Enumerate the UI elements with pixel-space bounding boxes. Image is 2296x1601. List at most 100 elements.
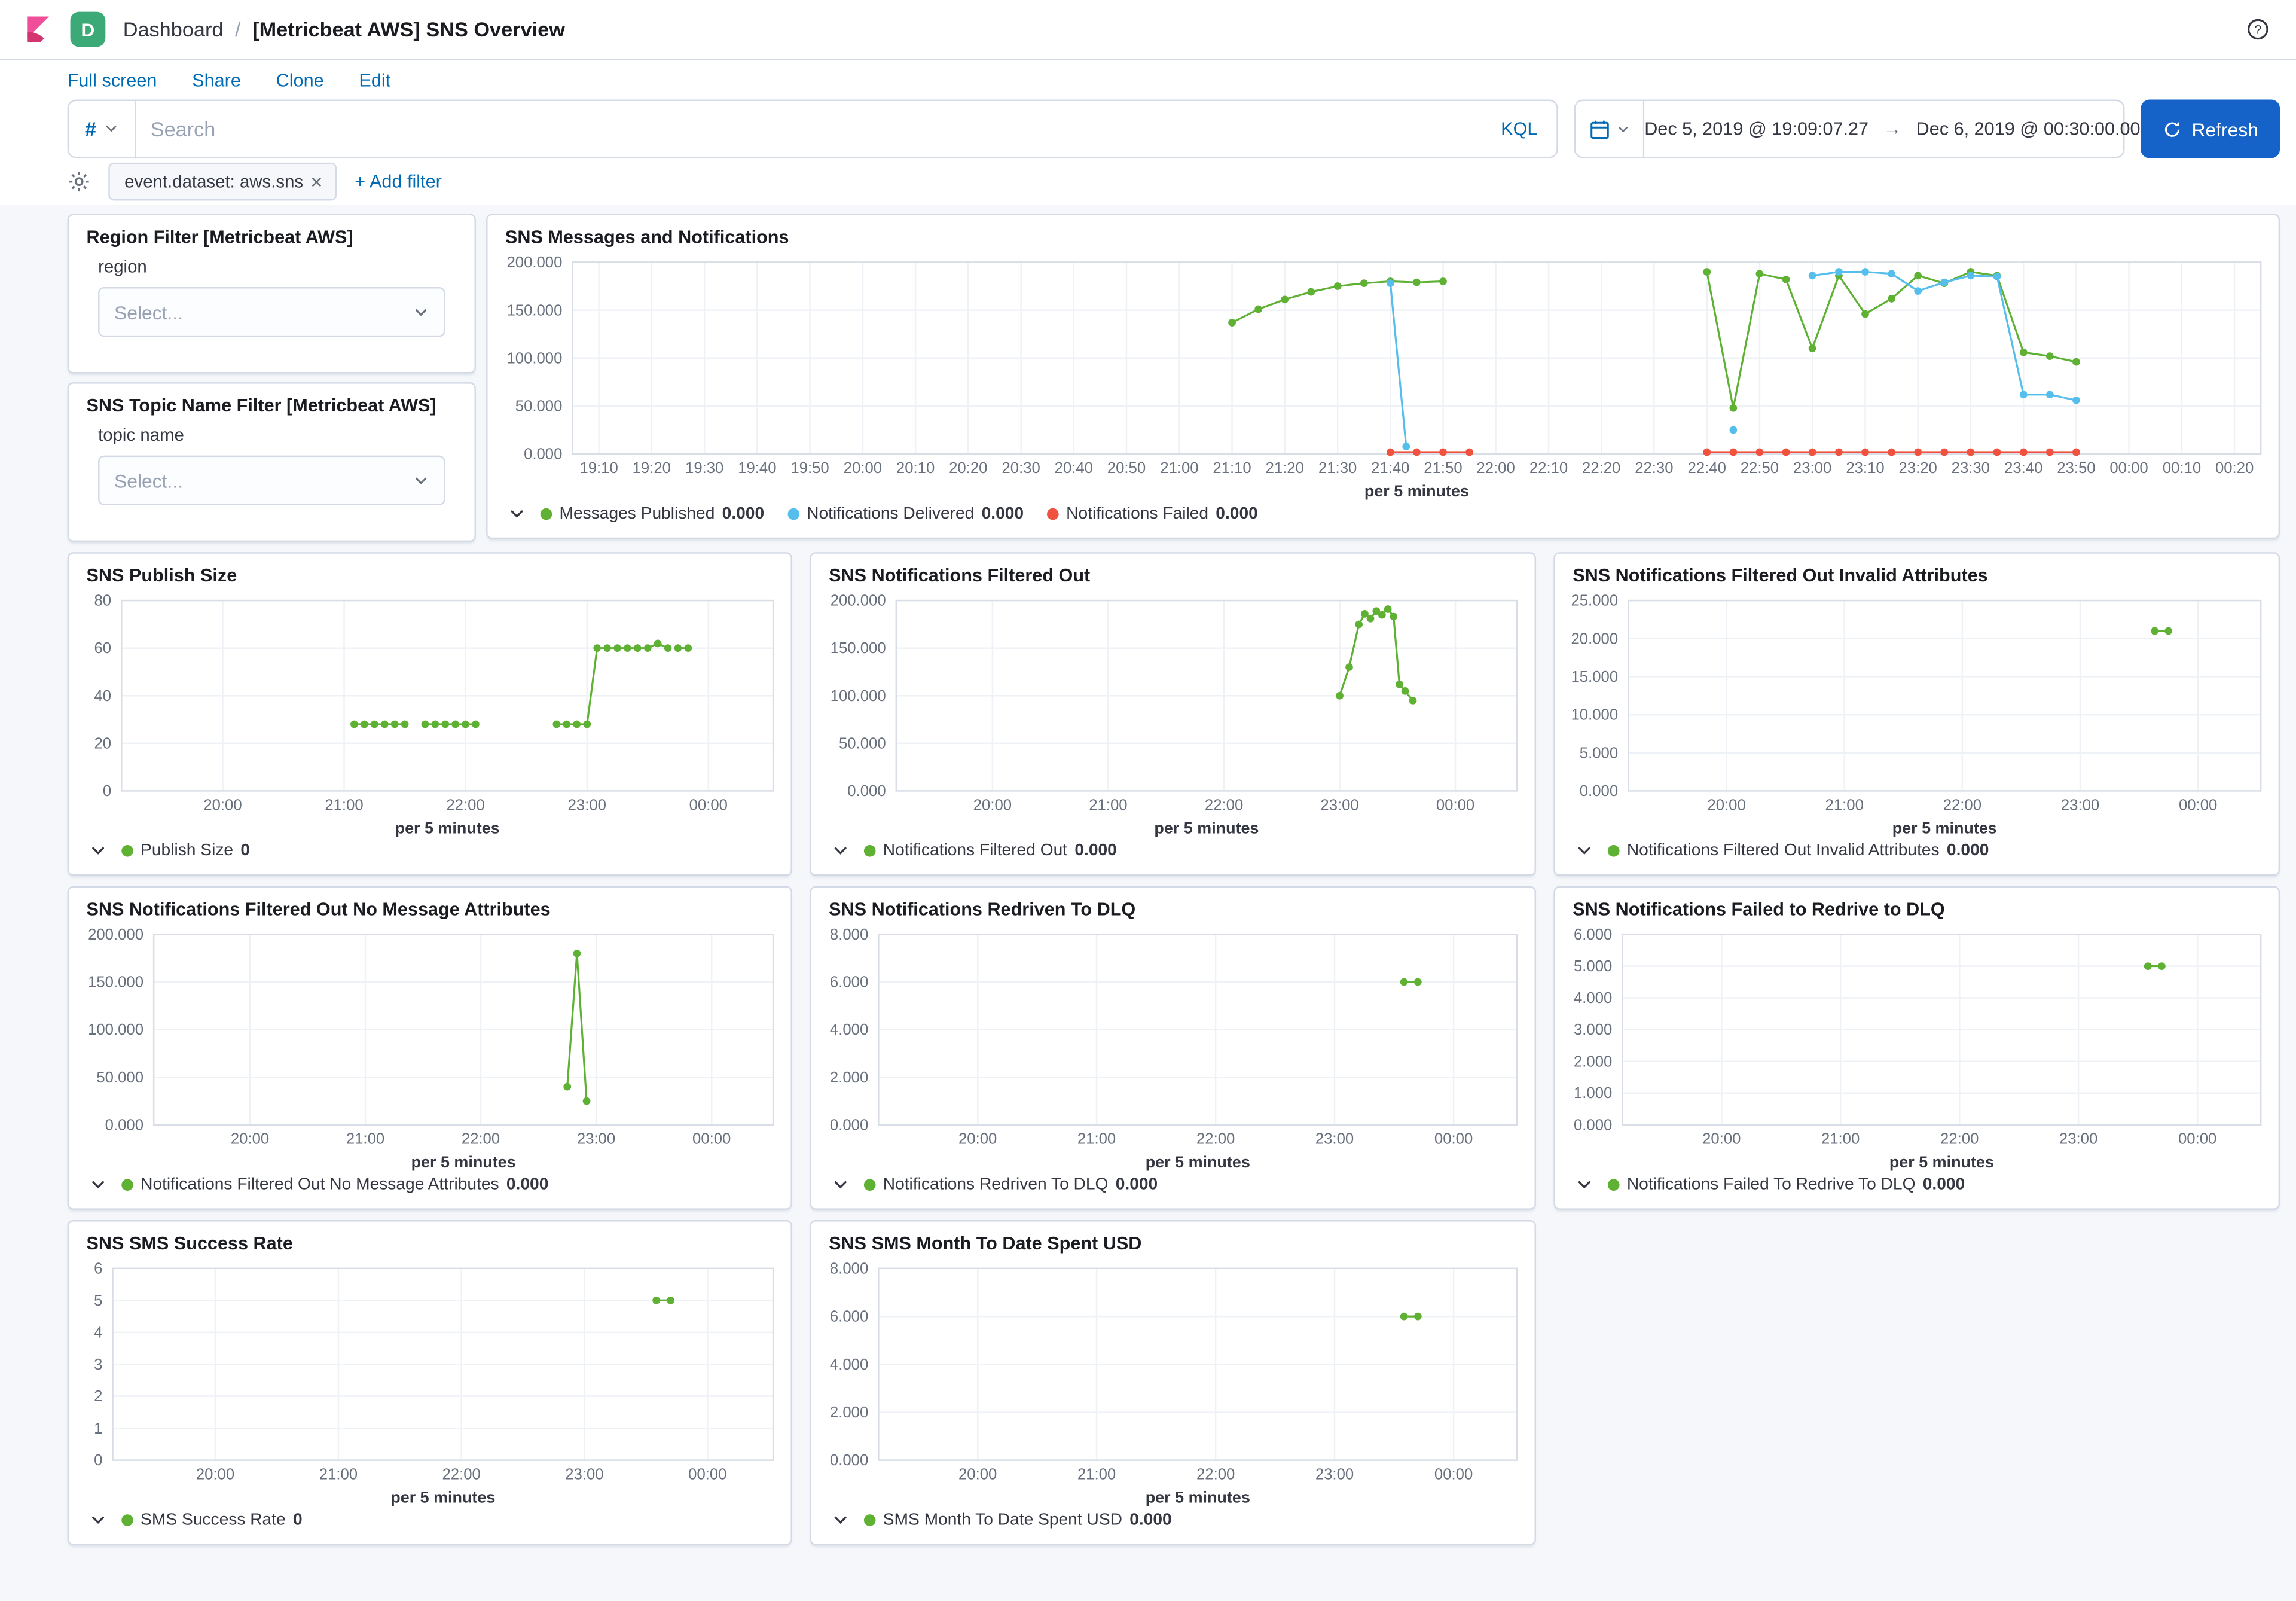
svg-text:4.000: 4.000 — [830, 1356, 868, 1373]
svg-text:100.000: 100.000 — [831, 688, 886, 705]
svg-text:50.000: 50.000 — [839, 735, 886, 752]
menu-full-screen[interactable]: Full screen — [68, 69, 157, 90]
svg-text:21:00: 21:00 — [1077, 1466, 1116, 1483]
chart-legend: Notifications Filtered Out0.000 — [811, 838, 1535, 874]
date-start[interactable]: Dec 5, 2019 @ 19:09:07.27 — [1644, 118, 1868, 139]
svg-text:19:10: 19:10 — [579, 460, 618, 477]
svg-text:3: 3 — [94, 1356, 102, 1373]
svg-text:22:00: 22:00 — [462, 1131, 500, 1148]
legend-series-value: 0.000 — [982, 505, 1024, 523]
help-icon[interactable]: ? — [2243, 14, 2273, 44]
svg-text:21:00: 21:00 — [1089, 797, 1127, 813]
dashboard-grid: Region Filter [Metricbeat AWS] region Se… — [0, 205, 2296, 1601]
panel-sns-notifications-failed-to-redrive-to-dlq: SNS Notifications Failed to Redrive to D… — [1553, 886, 2280, 1210]
panel-title: SNS Topic Name Filter [Metricbeat AWS] — [69, 384, 474, 419]
chevron-down-icon[interactable] — [832, 842, 849, 859]
legend-item[interactable]: SMS Success Rate0 — [121, 1511, 302, 1529]
svg-text:15.000: 15.000 — [1571, 669, 1618, 685]
chevron-down-icon — [1617, 122, 1630, 135]
kibana-logo[interactable] — [23, 14, 53, 44]
date-end[interactable]: Dec 6, 2019 @ 00:30:00.00 — [1916, 118, 2141, 139]
panel-sns-sms-success-rate: SNS SMS Success Rate 20:0021:0022:0023:0… — [68, 1220, 792, 1545]
svg-text:20:30: 20:30 — [1002, 460, 1040, 477]
svg-text:21:00: 21:00 — [1825, 797, 1864, 813]
svg-text:23:00: 23:00 — [1315, 1131, 1354, 1148]
chevron-down-icon[interactable] — [832, 1176, 849, 1194]
legend-item[interactable]: Messages Published0.000 — [541, 505, 764, 523]
legend-item[interactable]: Notifications Filtered Out No Message At… — [121, 1176, 548, 1194]
legend-series-label: Notifications Filtered Out No Message At… — [141, 1176, 499, 1194]
breadcrumb-dashboard[interactable]: Dashboard — [123, 17, 224, 41]
chevron-down-icon[interactable] — [89, 1511, 106, 1529]
svg-text:19:50: 19:50 — [790, 460, 829, 477]
legend-item[interactable]: SMS Month To Date Spent USD0.000 — [864, 1511, 1172, 1529]
chevron-down-icon[interactable] — [1576, 842, 1593, 859]
svg-text:per 5 minutes: per 5 minutes — [390, 1489, 495, 1507]
series-color-dot — [864, 1179, 876, 1191]
chevron-down-icon[interactable] — [832, 1511, 849, 1529]
svg-text:200.000: 200.000 — [88, 926, 144, 943]
svg-text:80: 80 — [94, 593, 112, 609]
legend-item[interactable]: Notifications Failed0.000 — [1047, 505, 1258, 523]
legend-series-value: 0 — [240, 842, 250, 859]
svg-text:2.000: 2.000 — [1574, 1053, 1612, 1070]
kibana-app: D Dashboard / [Metricbeat AWS] SNS Overv… — [0, 0, 2296, 1601]
svg-text:5.000: 5.000 — [1574, 958, 1612, 975]
space-avatar[interactable]: D — [71, 12, 106, 47]
filter-pill[interactable]: event.dataset: aws.sns × — [108, 163, 337, 201]
series-color-dot — [864, 845, 876, 857]
series-color-dot — [1608, 845, 1620, 857]
panel-title: SNS Notifications Filtered Out Invalid A… — [1555, 554, 2279, 589]
legend-item[interactable]: Publish Size0 — [121, 842, 250, 859]
svg-text:23:00: 23:00 — [568, 797, 606, 813]
svg-text:2.000: 2.000 — [830, 1404, 868, 1421]
svg-text:per 5 minutes: per 5 minutes — [1154, 819, 1259, 837]
svg-text:21:00: 21:00 — [1821, 1131, 1860, 1148]
refresh-button[interactable]: Refresh — [2141, 100, 2280, 158]
search-input[interactable] — [136, 117, 1482, 141]
line-chart: 20:0021:0022:0023:0000:000.0001.0002.000… — [1555, 923, 2279, 1172]
svg-text:50.000: 50.000 — [96, 1069, 144, 1086]
menu-edit[interactable]: Edit — [359, 69, 390, 90]
topic-field-label: topic name — [98, 425, 445, 445]
chevron-down-icon[interactable] — [1576, 1176, 1593, 1194]
legend-item[interactable]: Notifications Filtered Out0.000 — [864, 842, 1117, 859]
saved-query-menu-button[interactable]: # — [69, 101, 136, 157]
legend-item[interactable]: Notifications Delivered0.000 — [787, 505, 1024, 523]
header-bar: D Dashboard / [Metricbeat AWS] SNS Overv… — [0, 0, 2296, 60]
add-filter-link[interactable]: + Add filter — [355, 172, 442, 192]
legend-item[interactable]: Notifications Filtered Out Invalid Attri… — [1608, 842, 1989, 859]
menu-clone[interactable]: Clone — [276, 69, 324, 90]
calendar-quick-select-button[interactable] — [1576, 101, 1644, 157]
legend-item[interactable]: Notifications Failed To Redrive To DLQ0.… — [1608, 1176, 1965, 1194]
region-select[interactable]: Select... — [98, 287, 445, 337]
svg-text:19:40: 19:40 — [738, 460, 776, 477]
svg-text:20:50: 20:50 — [1107, 460, 1146, 477]
menu-share[interactable]: Share — [192, 69, 241, 90]
filter-bar: event.dataset: aws.sns × + Add filter — [0, 158, 2296, 205]
legend-series-value: 0.000 — [1947, 842, 1989, 859]
svg-text:10.000: 10.000 — [1571, 707, 1618, 724]
svg-text:150.000: 150.000 — [831, 640, 886, 657]
close-icon[interactable]: × — [303, 172, 330, 192]
svg-text:6: 6 — [94, 1260, 102, 1277]
svg-text:4.000: 4.000 — [830, 1021, 868, 1038]
svg-text:100.000: 100.000 — [506, 350, 562, 367]
chevron-down-icon[interactable] — [89, 1176, 106, 1194]
chart-legend: Publish Size0 — [69, 838, 790, 874]
series-color-dot — [121, 1514, 133, 1526]
kql-button[interactable]: KQL — [1482, 118, 1556, 139]
select-placeholder: Select... — [114, 469, 183, 492]
svg-text:per 5 minutes: per 5 minutes — [1364, 482, 1469, 500]
topic-name-select[interactable]: Select... — [98, 456, 445, 505]
panel-title: SNS Notifications Filtered Out — [811, 554, 1535, 589]
date-picker: Dec 5, 2019 @ 19:09:07.27 → Dec 6, 2019 … — [1574, 100, 2125, 158]
gear-icon[interactable] — [68, 170, 91, 193]
svg-text:20:00: 20:00 — [973, 797, 1012, 813]
svg-text:50.000: 50.000 — [515, 398, 563, 415]
chevron-down-icon[interactable] — [508, 505, 526, 523]
dashboard-menu: Full screen Share Clone Edit — [0, 60, 2296, 99]
chevron-down-icon[interactable] — [89, 842, 106, 859]
svg-text:22:10: 22:10 — [1529, 460, 1568, 477]
legend-item[interactable]: Notifications Redriven To DLQ0.000 — [864, 1176, 1158, 1194]
